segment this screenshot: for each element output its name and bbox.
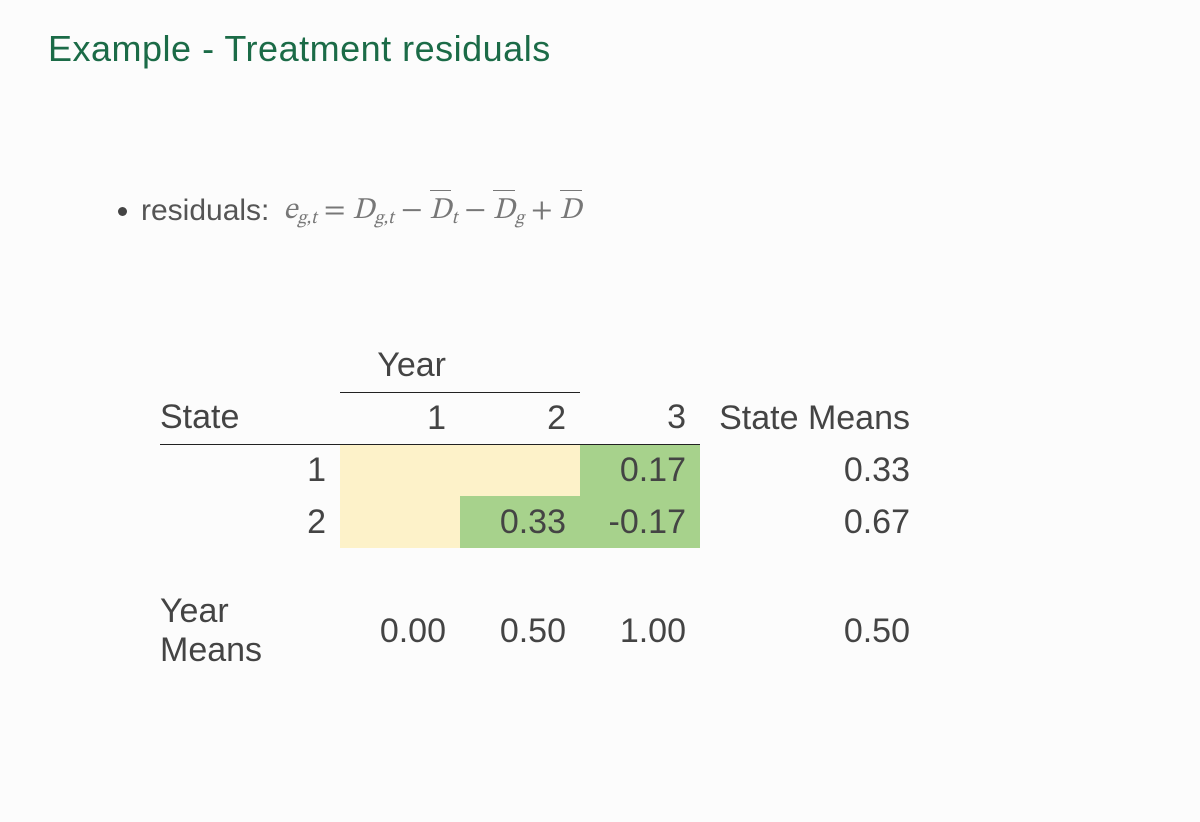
table-row: Year Means 0.00 0.50 1.00 0.50	[160, 588, 930, 674]
table-row	[160, 548, 930, 588]
year-col: 2	[460, 392, 580, 444]
residuals-table: Year State 1 2 3 State Means 1 0.17 0.33	[160, 340, 930, 674]
state-id: 1	[160, 444, 340, 496]
state-means-label: State Means	[700, 392, 930, 444]
table-row: State 1 2 3 State Means	[160, 392, 930, 444]
cell	[340, 444, 460, 496]
year-mean: 0.00	[340, 588, 460, 674]
year-mean: 0.50	[460, 588, 580, 674]
state-id: 2	[160, 496, 340, 548]
cell	[340, 496, 460, 548]
table-row: 1 0.17 0.33	[160, 444, 930, 496]
grand-mean: 0.50	[700, 588, 930, 674]
year-means-label: Year Means	[160, 588, 340, 674]
state-mean: 0.33	[700, 444, 930, 496]
year-col: 1	[340, 392, 460, 444]
residuals-formula: eg,t = Dg,t − Dt − Dg + D	[283, 190, 581, 231]
cell: 0.33	[460, 496, 580, 548]
year-label: Year	[340, 340, 460, 392]
residuals-bullet: residuals: eg,t = Dg,t − Dt − Dg + D	[118, 190, 1152, 231]
cell: 0.17	[580, 444, 700, 496]
cell: -0.17	[580, 496, 700, 548]
bullet-label: residuals:	[141, 194, 269, 228]
year-mean: 1.00	[580, 588, 700, 674]
table-row: Year	[160, 340, 930, 392]
state-label: State	[160, 392, 340, 444]
bullet-icon	[118, 207, 127, 216]
cell	[460, 444, 580, 496]
year-col: 3	[580, 392, 700, 444]
slide-title: Example - Treatment residuals	[48, 28, 1152, 70]
table-row: 2 0.33 -0.17 0.67	[160, 496, 930, 548]
state-mean: 0.67	[700, 496, 930, 548]
